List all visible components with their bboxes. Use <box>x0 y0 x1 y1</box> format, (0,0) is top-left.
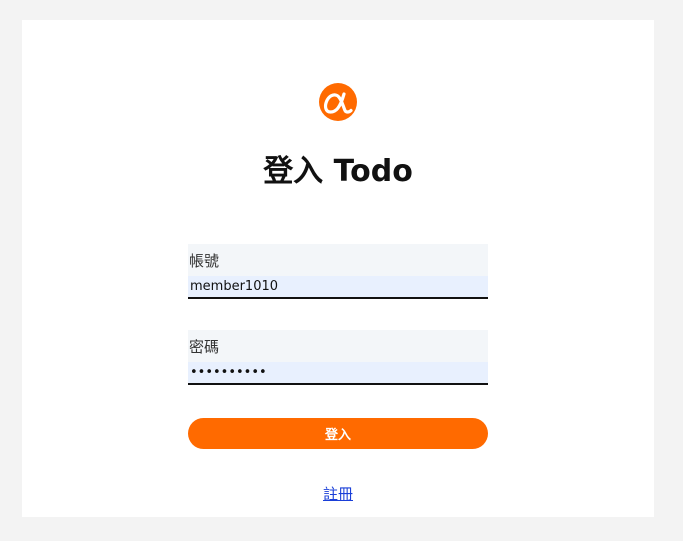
account-field: 帳號 <box>188 244 488 299</box>
alpha-logo-icon <box>318 82 358 122</box>
account-label: 帳號 <box>189 252 220 270</box>
login-card: 登入 Todo 帳號 密碼 登入 註冊 <box>22 20 654 517</box>
register-link-container: 註冊 <box>22 484 654 504</box>
login-button[interactable]: 登入 <box>188 418 488 449</box>
password-input[interactable] <box>188 362 488 385</box>
password-field: 密碼 <box>188 330 488 385</box>
page-title: 登入 Todo <box>263 154 413 189</box>
register-link[interactable]: 註冊 <box>323 485 353 503</box>
account-input[interactable] <box>188 276 488 299</box>
password-label: 密碼 <box>189 338 220 356</box>
